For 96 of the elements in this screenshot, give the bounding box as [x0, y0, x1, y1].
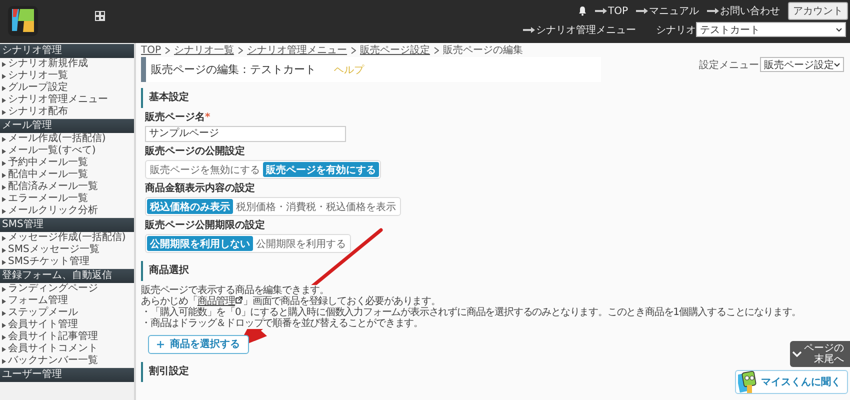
sidebar-item[interactable]: ステップメール [0, 307, 134, 319]
sidebar-item[interactable]: メッセージ作成(一括配信) [0, 232, 134, 244]
header-link[interactable]: シナリオ管理メニュー [536, 22, 636, 36]
breadcrumb-current: 販売ページの編集 [443, 44, 524, 57]
header-link[interactable]: お問い合わせ [720, 4, 780, 18]
section-heading: 基本設定 [141, 88, 844, 108]
triangle-icon [2, 148, 6, 154]
select-product-button[interactable]: 商品を選択する [148, 335, 249, 354]
settings-menu-select[interactable]: 販売ページ設定 [760, 57, 844, 72]
triangle-icon [2, 110, 6, 114]
triangle-icon [2, 208, 6, 214]
breadcrumb-link[interactable]: 販売ページ設定 [360, 43, 430, 57]
toggle-option[interactable]: 公開期限を利用しない [147, 236, 253, 251]
chevron-down-icon [834, 62, 840, 66]
sidebar-item[interactable]: グループ設定 [0, 82, 134, 94]
triangle-icon [2, 334, 6, 340]
sidebar-item[interactable]: 配信済みメール一覧 [0, 181, 134, 193]
external-link-icon [235, 296, 244, 304]
sidebar-item[interactable]: シナリオ一覧 [0, 70, 134, 82]
triangle-icon [2, 172, 6, 178]
sidebar-item[interactable]: シナリオ配布 [0, 106, 134, 118]
breadcrumb-separator-icon [434, 46, 440, 54]
triangle-icon [2, 260, 6, 264]
scenario-label: シナリオ [656, 24, 696, 36]
sidebar-item[interactable]: メール作成(一括配信) [0, 133, 134, 145]
sidebar-item[interactable]: 会員サイト管理 [0, 319, 134, 331]
breadcrumb-separator-icon [351, 46, 356, 54]
sidebar-item[interactable]: 配信中メール一覧 [0, 169, 134, 181]
section-heading: 商品選択 [141, 261, 844, 281]
triangle-icon [2, 298, 6, 304]
arrow-icon [523, 26, 535, 32]
breadcrumb-link[interactable]: TOP [141, 44, 162, 56]
mascot-icon [738, 370, 758, 394]
sidebar-section-header: メール管理 [0, 119, 134, 133]
sidebar-item[interactable]: 会員サイトコメント [0, 343, 134, 355]
breadcrumb-link[interactable]: シナリオ一覧 [174, 43, 234, 57]
account-button[interactable]: アカウント [788, 2, 848, 20]
field-label: 販売ページ公開期限の設定 [145, 220, 266, 232]
triangle-icon [2, 86, 6, 90]
sidebar-item[interactable]: メール一覧(すべて) [0, 145, 134, 157]
toggle-option[interactable]: 販売ページを有効にする [263, 162, 379, 177]
sidebar-section-header: シナリオ管理 [0, 44, 134, 58]
sidebar-item[interactable]: エラーメール一覧 [0, 193, 134, 205]
sidebar-section-header: 登録フォーム、自動返信 [0, 269, 134, 283]
bell-icon[interactable] [578, 6, 587, 16]
qr-code-icon[interactable] [95, 11, 105, 21]
triangle-icon [2, 62, 6, 66]
sidebar-item[interactable]: ランディングページ [0, 283, 134, 295]
triangle-icon [2, 346, 6, 352]
triangle-icon [2, 358, 6, 364]
chat-button[interactable]: マイスくんに聞く [735, 370, 848, 394]
sidebar-section-header: ユーザー管理 [0, 368, 134, 382]
plus-icon [157, 341, 164, 348]
breadcrumb-separator-icon [165, 46, 170, 54]
scenario-select[interactable]: テストカート [696, 22, 846, 37]
header-link[interactable]: マニュアル [649, 4, 699, 18]
sidebar-section-header: SMS管理 [0, 218, 134, 232]
toggle-option[interactable]: 税別価格・消費税・税込価格を表示 [233, 199, 399, 214]
page-name-input[interactable]: サンプルページ [145, 126, 346, 142]
triangle-icon [2, 236, 6, 240]
triangle-icon [2, 196, 6, 202]
triangle-icon [2, 184, 6, 190]
sidebar-item[interactable]: 会員サイト記事管理 [0, 331, 134, 343]
triangle-icon [2, 74, 6, 78]
triangle-icon [2, 286, 6, 292]
sidebar-item[interactable]: SMSメッセージ一覧 [0, 244, 134, 256]
header-link[interactable]: TOP [608, 6, 628, 16]
sidebar-item[interactable]: メールクリック分析 [0, 205, 134, 217]
triangle-icon [2, 310, 6, 316]
sidebar-item[interactable]: シナリオ管理メニュー [0, 94, 134, 106]
triangle-icon [2, 98, 6, 102]
arrow-icon [636, 8, 648, 14]
breadcrumb-link[interactable]: シナリオ管理メニュー [247, 43, 348, 57]
arrow-icon [707, 8, 719, 14]
field-label: 販売ページ名* [145, 112, 212, 124]
sidebar-item[interactable]: フォーム管理 [0, 295, 134, 307]
breadcrumb-separator-icon [238, 46, 244, 54]
settings-menu-label: 設定メニュー [699, 58, 759, 72]
field-label: 商品金額表示内容の設定 [145, 183, 256, 195]
sidebar-item[interactable]: シナリオ新規作成 [0, 58, 134, 70]
triangle-icon [2, 160, 6, 166]
sidebar-item[interactable]: 予約中メール一覧 [0, 157, 134, 169]
chevron-down-icon [836, 28, 842, 32]
logo-icon[interactable] [8, 6, 38, 36]
page-title: 販売ページの編集：テストカート [151, 62, 316, 77]
scroll-to-bottom-button[interactable]: ページの 末尾へ [790, 341, 850, 367]
triangle-icon [2, 322, 6, 328]
toggle-option[interactable]: 税込価格のみ表示 [147, 199, 233, 214]
field-label: 販売ページの公開設定 [145, 146, 246, 158]
sidebar-item[interactable]: バックナンバー一覧 [0, 355, 134, 367]
triangle-icon [2, 248, 6, 252]
triangle-icon [2, 136, 6, 142]
product-management-link[interactable]: 商品管理 [197, 296, 244, 307]
chevron-down-icon [792, 351, 802, 357]
sidebar-item[interactable]: SMSチケット管理 [0, 256, 134, 268]
arrow-icon [594, 8, 607, 14]
